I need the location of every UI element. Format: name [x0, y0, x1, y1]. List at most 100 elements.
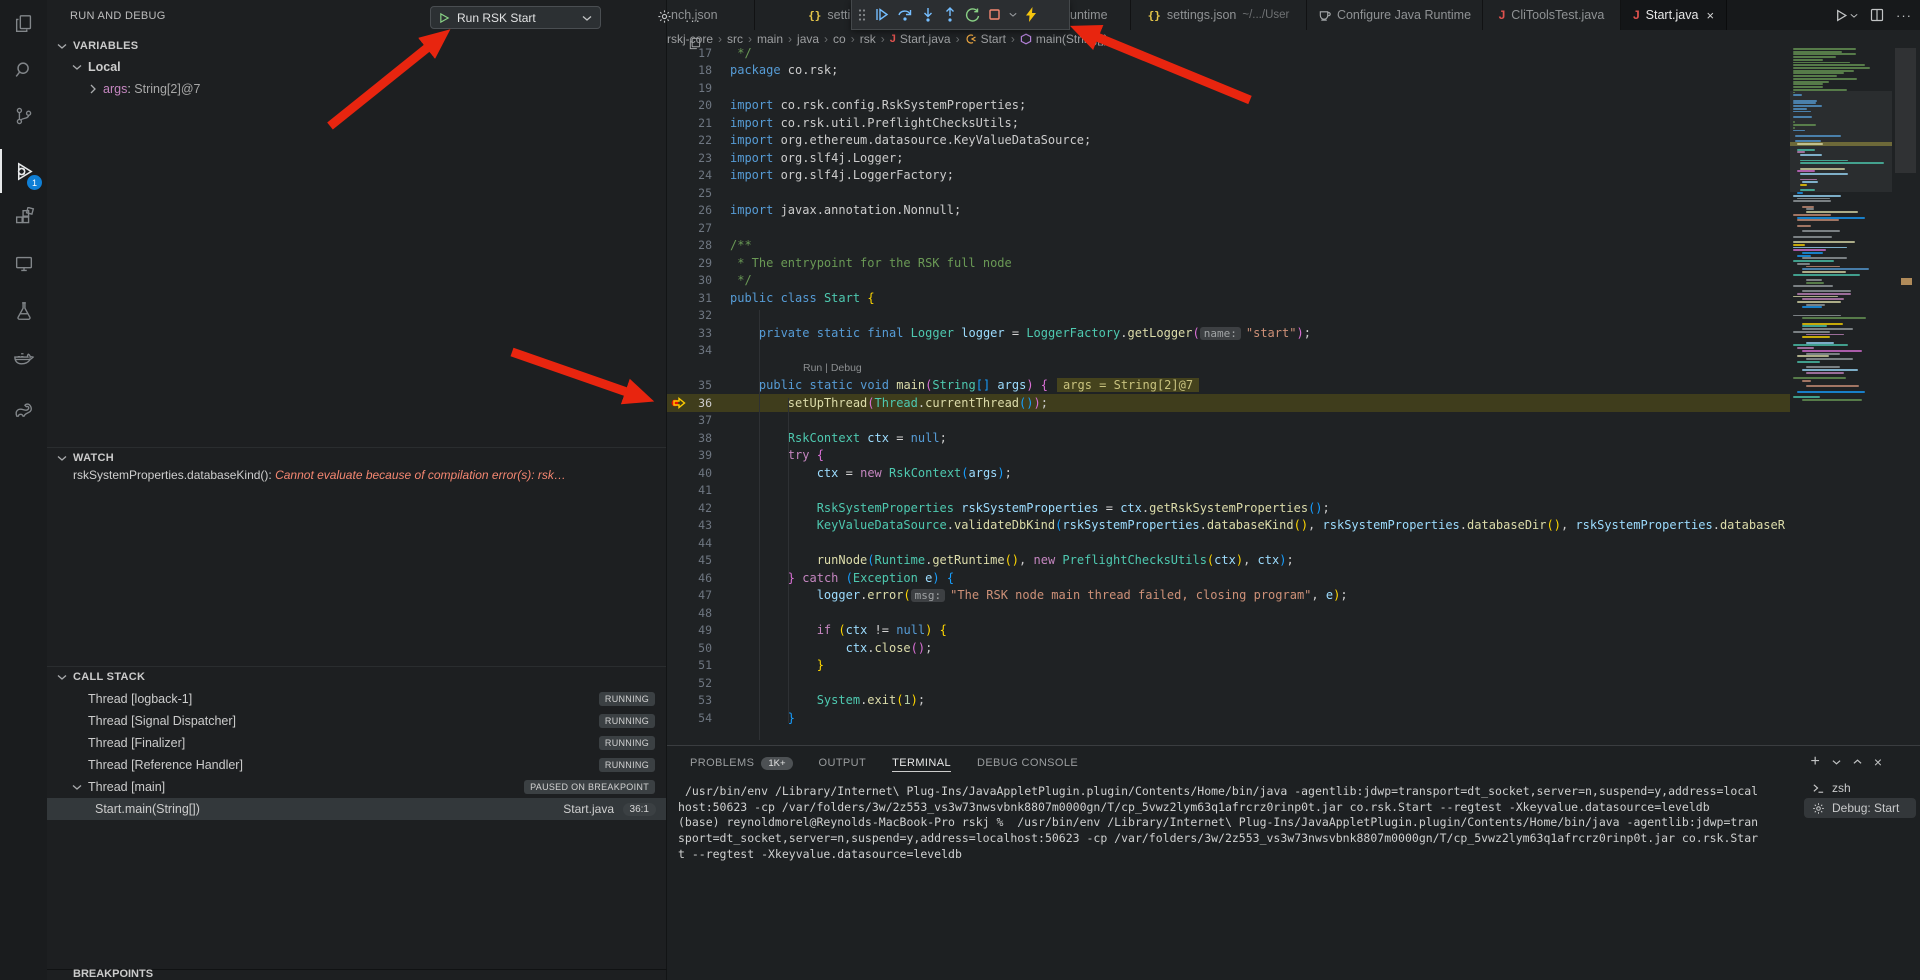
line-number[interactable]: 26: [667, 203, 712, 217]
line-number[interactable]: 18: [667, 63, 712, 77]
line-number[interactable]: 24: [667, 168, 712, 182]
line-number[interactable]: 52: [667, 676, 712, 690]
split-editor-icon[interactable]: [1870, 8, 1884, 22]
line-number[interactable]: 38: [667, 431, 712, 445]
line-number[interactable]: 43: [667, 518, 712, 532]
close-panel-icon[interactable]: ×: [1874, 754, 1882, 770]
call-stack-thread[interactable]: Thread [Signal Dispatcher]RUNNING: [47, 710, 666, 732]
call-stack-thread[interactable]: Thread [logback-1]RUNNING: [47, 688, 666, 710]
variables-scope-local[interactable]: Local: [72, 60, 121, 74]
run-file-icon[interactable]: [1835, 9, 1858, 22]
watch-expression-row[interactable]: rskSystemProperties.databaseKind(): Cann…: [73, 468, 703, 482]
line-number[interactable]: 45: [667, 553, 712, 567]
terminal-dropdown-icon[interactable]: [1832, 758, 1841, 766]
terminal-instance-debug-start[interactable]: Debug: Start: [1804, 798, 1916, 818]
breadcrumb-item-src[interactable]: src: [727, 32, 743, 46]
stop-menu-chevron-icon[interactable]: [1009, 11, 1017, 18]
line-number[interactable]: 47: [667, 588, 712, 602]
tab-clitoolstest-java[interactable]: JCliToolsTest.java: [1483, 0, 1621, 30]
line-number[interactable]: 42: [667, 501, 712, 515]
panel-tab-debug-console[interactable]: DEBUG CONSOLE: [977, 757, 1078, 771]
line-number[interactable]: 19: [667, 81, 712, 95]
step-out-icon[interactable]: [943, 7, 957, 22]
minim ap[interactable]: [1790, 48, 1892, 468]
breadcrumb-item-start-java[interactable]: JStart.java: [890, 32, 951, 46]
call-stack-thread[interactable]: Thread [Finalizer]RUNNING: [47, 732, 666, 754]
terminal-output[interactable]: /usr/bin/env /Library/Internet\ Plug-Ins…: [678, 784, 1800, 863]
codelens-run-debug[interactable]: Run | Debug: [712, 362, 862, 374]
line-number[interactable]: 49: [667, 623, 712, 637]
line-number[interactable]: 46: [667, 571, 712, 585]
continue-icon[interactable]: [874, 7, 889, 22]
new-terminal-icon[interactable]: +: [1810, 753, 1819, 771]
line-number[interactable]: 34: [667, 343, 712, 357]
call-stack-thread[interactable]: Thread [main]PAUSED ON BREAKPOINT: [47, 776, 666, 798]
tab-settings-json[interactable]: {}settings.json~/.../User: [1131, 0, 1307, 30]
tab-nch-json[interactable]: nch.json: [667, 0, 755, 30]
step-into-icon[interactable]: [921, 7, 935, 22]
maximize-panel-icon[interactable]: [1853, 758, 1862, 766]
call-stack-section-header[interactable]: CALL STACK: [47, 666, 666, 686]
testing-icon[interactable]: [0, 289, 47, 333]
breadcrumb-item-main-string-[interactable]: main(String[]): [1020, 32, 1108, 46]
source-control-icon[interactable]: [0, 94, 47, 138]
gradle-icon[interactable]: [0, 388, 47, 432]
explorer-icon[interactable]: [0, 2, 47, 46]
drag-handle-icon[interactable]: [858, 8, 866, 22]
line-number[interactable]: 32: [667, 308, 712, 322]
search-icon[interactable]: [0, 48, 47, 92]
gear-icon[interactable]: [657, 9, 672, 24]
call-stack-thread[interactable]: Thread [Reference Handler]RUNNING: [47, 754, 666, 776]
hot-code-replace-icon[interactable]: [1025, 7, 1037, 22]
restart-icon[interactable]: [965, 7, 980, 22]
run-and-debug-icon[interactable]: 1: [0, 149, 47, 193]
watch-section-header[interactable]: WATCH: [47, 447, 666, 467]
extensions-icon[interactable]: [0, 196, 47, 240]
breadcrumb-item-rsk[interactable]: rsk: [860, 32, 876, 46]
line-number[interactable]: 41: [667, 483, 712, 497]
terminal-instance-zsh[interactable]: zsh: [1804, 778, 1916, 798]
more-actions-icon[interactable]: ···: [1896, 8, 1912, 23]
launch-config-dropdown[interactable]: Run RSK Start: [430, 6, 601, 29]
code-area[interactable]: 17 */18package co.rsk;1920import co.rsk.…: [667, 48, 1790, 745]
line-number[interactable]: 54: [667, 711, 712, 725]
call-stack-frame[interactable]: Start.main(String[])Start.java36:1: [47, 798, 666, 820]
breadcrumb-item-java[interactable]: java: [797, 32, 819, 46]
tab-start-java[interactable]: JStart.java×: [1621, 0, 1727, 30]
line-number[interactable]: 48: [667, 606, 712, 620]
docker-icon[interactable]: [0, 337, 47, 381]
line-number[interactable]: 35: [667, 378, 712, 392]
step-over-icon[interactable]: [897, 7, 913, 22]
breadcrumb-item-co[interactable]: co: [833, 32, 846, 46]
line-number[interactable]: 25: [667, 186, 712, 200]
stop-icon[interactable]: [988, 8, 1001, 21]
line-number[interactable]: 23: [667, 151, 712, 165]
current-statement-breakpoint-icon[interactable]: [670, 397, 686, 409]
line-number[interactable]: 22: [667, 133, 712, 147]
line-number[interactable]: 51: [667, 658, 712, 672]
tab-configure-java-runtime[interactable]: Configure Java Runtime: [1307, 0, 1483, 30]
start-debug-icon[interactable]: [439, 12, 450, 24]
line-number[interactable]: 28: [667, 238, 712, 252]
line-number[interactable]: 39: [667, 448, 712, 462]
panel-tab-problems[interactable]: PROBLEMS1K+: [690, 757, 793, 772]
copy-icon[interactable]: [688, 37, 701, 50]
line-number[interactable]: 44: [667, 536, 712, 550]
panel-tab-terminal[interactable]: TERMINAL: [892, 757, 951, 772]
remote-explorer-icon[interactable]: [0, 242, 47, 286]
breakpoints-section-header[interactable]: BREAKPOINTS: [47, 969, 667, 980]
line-number[interactable]: 50: [667, 641, 712, 655]
line-number[interactable]: 29: [667, 256, 712, 270]
line-number[interactable]: 27: [667, 221, 712, 235]
panel-tab-output[interactable]: OUTPUT: [819, 757, 867, 771]
line-number[interactable]: 33: [667, 326, 712, 340]
breadcrumb-item-main[interactable]: main: [757, 32, 783, 46]
line-number[interactable]: 53: [667, 693, 712, 707]
breadcrumb-item-start[interactable]: Start: [965, 32, 1006, 46]
close-icon[interactable]: ×: [1706, 8, 1714, 23]
line-number[interactable]: 20: [667, 98, 712, 112]
line-number[interactable]: 21: [667, 116, 712, 130]
editor-scrollbar[interactable]: [1895, 48, 1916, 173]
line-number[interactable]: 31: [667, 291, 712, 305]
more-actions-icon[interactable]: ···: [685, 13, 701, 28]
